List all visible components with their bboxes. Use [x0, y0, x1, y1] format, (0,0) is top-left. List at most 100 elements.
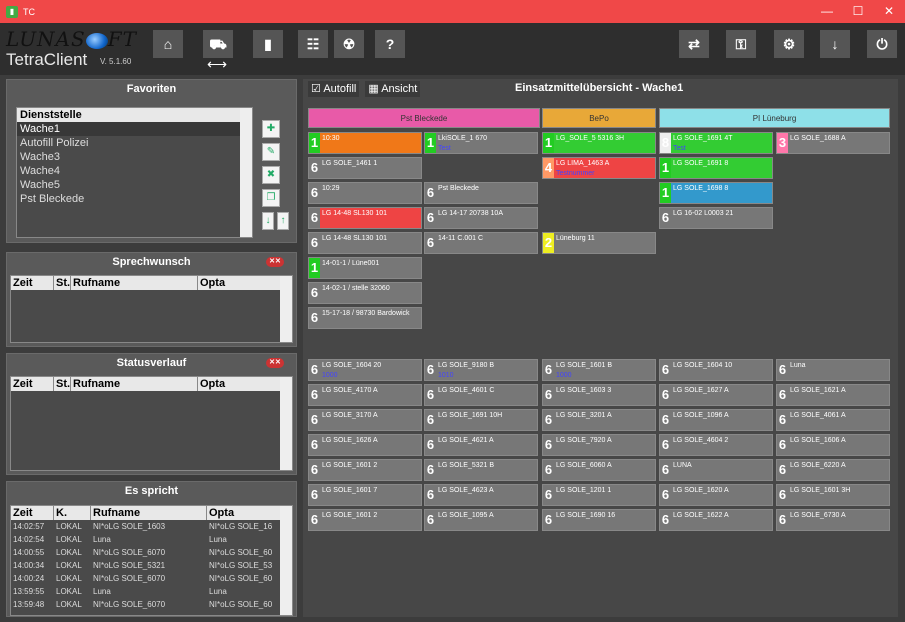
vehicle-card[interactable]: 4 LG LIMA_1463 A Testnummer — [542, 157, 656, 179]
vehicle-card[interactable]: 6 LG SOLE_1690 16 — [542, 509, 656, 531]
vehicle-card[interactable]: 2 Lüneburg 11 — [542, 232, 656, 254]
vehicle-card[interactable]: 3 LG SOLE_1688 A — [776, 132, 890, 154]
esspricht-table[interactable]: Zeit K. Rufname Opta 14:02:57 LOKAL NI*oLG… — [10, 505, 293, 616]
settings-button[interactable]: ⚙ — [774, 30, 804, 58]
col-opta[interactable]: Opta — [198, 377, 282, 391]
move-up-button[interactable]: ↑ — [277, 212, 289, 230]
vehicle-card[interactable]: 6 LG SOLE_1606 A — [776, 434, 890, 456]
table-row[interactable]: 13:59:48 LOKAL NI*oLG SOLE_6070 NI*oLG SOLE… — [11, 598, 292, 611]
list-item[interactable]: Autofill Polizei — [17, 136, 252, 150]
delete-favorite-button[interactable]: ✖ — [262, 166, 280, 184]
table-row[interactable]: 14:02:54 LOKAL Luna Luna — [11, 533, 292, 546]
vehicle-card[interactable]: 6 14-02-1 / stelle 32060 — [308, 282, 422, 304]
vehicle-card[interactable]: 6 LG SOLE_1626 A — [308, 434, 422, 456]
vehicle-card[interactable]: 6 LG 16-02 L0003 21 — [659, 207, 773, 229]
vehicle-card[interactable]: 6 LG SOLE_1095 A — [424, 509, 538, 531]
copy-favorite-button[interactable]: ❐ — [262, 189, 280, 207]
vehicles-button[interactable]: ⛟ — [203, 30, 233, 58]
minimize-button[interactable]: — — [812, 0, 842, 23]
clear-statusverlauf-button[interactable]: ✕✕ — [266, 358, 284, 368]
favoriten-list[interactable]: Dienststelle Wache1 Autofill Polizei Wac… — [16, 107, 253, 238]
vehicle-card[interactable]: 1 LG_SOLE_5 5316 3H — [542, 132, 656, 154]
vehicle-card[interactable]: 6 LG SOLE_1620 A — [659, 484, 773, 506]
table-row[interactable]: 14:00:55 LOKAL NI*oLG SOLE_6070 NI*oLG SOLE… — [11, 546, 292, 559]
col-status[interactable]: St. — [54, 276, 71, 290]
vehicle-card[interactable]: 1 10:30 — [308, 132, 422, 154]
list-item[interactable]: Wache5 — [17, 178, 252, 192]
list-item[interactable]: Wache1 — [17, 122, 252, 136]
col-rufname[interactable]: Rufname — [71, 377, 198, 391]
vehicle-card[interactable]: 6 LG SOLE_7920 A — [542, 434, 656, 456]
statusverlauf-scrollbar[interactable] — [280, 377, 292, 470]
vehicle-card[interactable]: 6 Pst Bleckede — [424, 182, 538, 204]
ansicht-button[interactable]: ▦ Ansicht — [365, 81, 421, 97]
vehicle-card[interactable]: 6 LG SOLE_1691 10H — [424, 409, 538, 431]
tree-button[interactable]: ☷ — [298, 30, 328, 58]
vehicle-card[interactable]: 6 LG SOLE_1601 2 — [308, 459, 422, 481]
col-opta[interactable]: Opta — [198, 276, 282, 290]
vehicle-card[interactable]: 8 LG SOLE_1691 4T Test — [659, 132, 773, 154]
radio-button[interactable]: ▮ — [253, 30, 283, 58]
vehicle-card[interactable]: 6 LG SOLE_1604 20 1000 — [308, 359, 422, 381]
vehicle-card[interactable]: 6 LG SOLE_1601 B 1000 — [542, 359, 656, 381]
esspricht-scrollbar[interactable] — [280, 506, 292, 615]
vehicle-card[interactable]: 1 LG SOLE_1698 8 — [659, 182, 773, 204]
col-zeit[interactable]: Zeit — [11, 276, 54, 290]
vehicle-card[interactable]: 6 LG SOLE_1201 1 — [542, 484, 656, 506]
vehicle-card[interactable]: 6 LG SOLE_9180 B 1010 — [424, 359, 538, 381]
vehicle-card[interactable]: 6 LG SOLE_5321 B — [424, 459, 538, 481]
favoriten-scrollbar[interactable] — [240, 108, 252, 237]
key-button[interactable]: ⚿ — [726, 30, 756, 58]
vehicle-card[interactable]: 1 14-01-1 / Lüne001 — [308, 257, 422, 279]
table-row[interactable]: 14:00:24 LOKAL NI*oLG SOLE_6070 NI*oLG SOLE… — [11, 572, 292, 585]
vehicle-card[interactable]: 6 15-17-18 / 98730 Bardowick — [308, 307, 422, 329]
vehicle-card[interactable]: 6 LG SOLE_3201 A — [542, 409, 656, 431]
col-status[interactable]: St. — [54, 377, 71, 391]
radiation-button[interactable]: ☢ — [334, 30, 364, 58]
home-button[interactable]: ⌂ — [153, 30, 183, 58]
help-button[interactable]: ? — [375, 30, 405, 58]
col-kanal[interactable]: K. — [54, 506, 91, 520]
column-header-pst-bleckede[interactable]: Pst Bleckede — [308, 108, 540, 128]
column-header-bepo[interactable]: BePo — [542, 108, 656, 128]
table-row[interactable]: 13:59:55 LOKAL Luna Luna — [11, 585, 292, 598]
vehicle-card[interactable]: 6 LG SOLE_1603 3 — [542, 384, 656, 406]
vehicle-card[interactable]: 6 LG SOLE_1601 2 — [308, 509, 422, 531]
col-rufname[interactable]: Rufname — [91, 506, 207, 520]
vehicle-card[interactable]: 6 14-11 C.001 C — [424, 232, 538, 254]
col-rufname[interactable]: Rufname — [71, 276, 198, 290]
vehicle-card[interactable]: 6 LG SOLE_1627 A — [659, 384, 773, 406]
vehicle-card[interactable]: 6 LG SOLE_4601 C — [424, 384, 538, 406]
vehicle-card[interactable]: 6 LG SOLE_1461 1 — [308, 157, 422, 179]
list-item[interactable]: Pst Bleckede — [17, 192, 252, 206]
vehicle-card[interactable]: 6 LG SOLE_6730 A — [776, 509, 890, 531]
vehicle-card[interactable]: 6 LG SOLE_4061 A — [776, 409, 890, 431]
list-item[interactable]: Wache4 — [17, 164, 252, 178]
vehicle-card[interactable]: 6 LG SOLE_4621 A — [424, 434, 538, 456]
power-button[interactable]: ⏻ — [867, 30, 897, 58]
close-button[interactable]: ✕ — [874, 0, 904, 23]
vehicle-card[interactable]: 6 LG SOLE_3170 A — [308, 409, 422, 431]
vehicle-card[interactable]: 6 LG 14-48 SL130 101 — [308, 207, 422, 229]
vehicle-card[interactable]: 6 10:29 — [308, 182, 422, 204]
vehicle-card[interactable]: 6 LG SOLE_1601 7 — [308, 484, 422, 506]
sprechwunsch-table[interactable]: Zeit St. Rufname Opta — [10, 275, 293, 343]
vehicle-card[interactable]: 6 LG SOLE_6220 A — [776, 459, 890, 481]
sprechwunsch-scrollbar[interactable] — [280, 276, 292, 342]
column-header-pi-lueneburg[interactable]: PI Lüneburg — [659, 108, 890, 128]
col-zeit[interactable]: Zeit — [11, 506, 54, 520]
col-opta[interactable]: Opta — [207, 506, 282, 520]
vehicle-card[interactable]: 6 LG SOLE_4170 A — [308, 384, 422, 406]
vehicle-card[interactable]: 6 LG SOLE_1604 10 — [659, 359, 773, 381]
vehicle-card[interactable]: 6 LUNA — [659, 459, 773, 481]
edit-favorite-button[interactable]: ✎ — [262, 143, 280, 161]
list-item[interactable]: Wache3 — [17, 150, 252, 164]
vehicle-card[interactable]: 6 LG SOLE_4604 2 — [659, 434, 773, 456]
vehicle-card[interactable]: 6 LG SOLE_1096 A — [659, 409, 773, 431]
vehicle-card[interactable]: 6 LG SOLE_1622 A — [659, 509, 773, 531]
maximize-button[interactable]: ☐ — [843, 0, 873, 23]
vehicle-card[interactable]: 6 Luna — [776, 359, 890, 381]
autofill-toggle[interactable]: ☑ Autofill — [308, 81, 360, 97]
vehicle-card[interactable]: 6 LG 14-17 20738 10A — [424, 207, 538, 229]
new-favorite-button[interactable]: ✚ — [262, 120, 280, 138]
